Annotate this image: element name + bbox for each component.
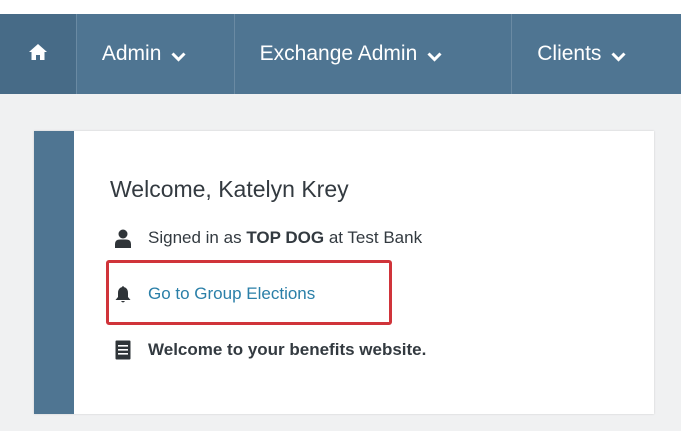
nav-admin-label: Admin <box>101 42 162 65</box>
card-accent-bar <box>34 131 74 414</box>
user-icon <box>112 228 134 248</box>
nav-exchange-admin[interactable]: Exchange Admin <box>235 14 513 94</box>
nav-admin[interactable]: Admin <box>77 14 235 94</box>
signed-in-prefix: Signed in as <box>148 228 242 247</box>
welcome-heading: Welcome, Katelyn Krey <box>110 176 349 202</box>
main-navbar: Admin Exchange Admin Clients <box>0 14 681 94</box>
signed-in-role: TOP DOG <box>246 228 325 247</box>
benefits-row: Welcome to your benefits website. <box>112 340 426 360</box>
home-button[interactable] <box>0 14 77 94</box>
top-strip <box>0 0 681 15</box>
chevron-down-icon <box>427 44 442 68</box>
chevron-down-icon <box>611 44 626 68</box>
home-icon <box>28 43 48 66</box>
nav-exchange-admin-label: Exchange Admin <box>259 42 418 65</box>
welcome-card: Welcome, Katelyn Krey Signed in as TOP D… <box>34 131 654 414</box>
nav-clients[interactable]: Clients <box>512 14 681 94</box>
benefits-text: Welcome to your benefits website. <box>148 340 427 359</box>
chevron-down-icon <box>171 44 186 68</box>
highlight-box <box>106 260 392 325</box>
signed-in-row: Signed in as TOP DOG at Test Bank <box>112 228 422 248</box>
document-icon <box>112 340 134 360</box>
nav-clients-label: Clients <box>537 42 602 65</box>
signed-in-suffix: at Test Bank <box>328 228 423 247</box>
